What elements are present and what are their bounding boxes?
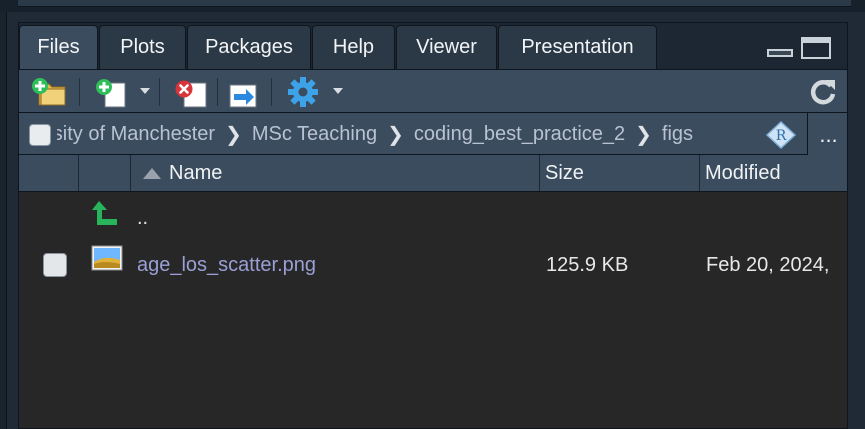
toolbar-separator <box>271 78 272 106</box>
tab-label: Files <box>37 36 80 58</box>
refresh-icon <box>810 80 836 105</box>
delete-button[interactable] <box>170 76 210 108</box>
list-item-parent[interactable]: .. <box>19 193 847 239</box>
chevron-down-icon[interactable] <box>333 88 343 94</box>
maximize-pane-button[interactable] <box>801 37 831 59</box>
svg-text:R: R <box>776 128 787 144</box>
tab-label: Help <box>332 36 375 58</box>
minimize-pane-button[interactable] <box>767 37 793 57</box>
new-blank-file-icon <box>96 79 126 108</box>
r-project-icon: R <box>765 120 797 150</box>
breadcrumb-item[interactable]: coding_best_practice_2 <box>414 123 625 146</box>
tab-label: Viewer <box>416 36 477 58</box>
tab-help[interactable]: Help <box>312 25 395 69</box>
tab-label: Presentation <box>521 36 634 58</box>
select-all-checkbox[interactable] <box>29 124 51 146</box>
table-row: age_los_scatter.png 125.9 KB Feb 20, 202… <box>19 241 847 287</box>
file-name-link[interactable]: age_los_scatter.png <box>137 254 316 277</box>
toolbar-separator <box>159 78 160 106</box>
image-file-icon <box>91 245 123 271</box>
breadcrumb-item[interactable]: ersity of Manchester <box>57 123 215 146</box>
header-name[interactable]: Name <box>131 155 540 191</box>
header-size[interactable]: Size <box>540 155 700 191</box>
new-blank-file-button[interactable] <box>91 76 131 108</box>
rename-button[interactable] <box>222 76 262 108</box>
header-modified[interactable]: Modified <box>700 155 847 191</box>
parent-dir-link[interactable]: .. <box>137 207 148 230</box>
go-to-project-directory-button[interactable]: R <box>764 120 798 150</box>
tab-files[interactable]: Files <box>19 25 98 69</box>
new-folder-button[interactable] <box>29 76 69 108</box>
file-modified: Feb 20, 2024, <box>706 254 830 276</box>
header-modified-label: Modified <box>705 161 781 184</box>
chevron-right-icon: ❯ <box>225 123 242 146</box>
tab-label: Packages <box>205 36 293 58</box>
chevron-down-icon[interactable] <box>140 88 150 94</box>
file-list-header: Name Size Modified <box>19 155 847 192</box>
minimize-icon <box>767 49 793 57</box>
delete-icon <box>175 80 207 108</box>
file-size: 125.9 KB <box>546 254 629 276</box>
header-checkbox-column <box>19 155 79 191</box>
maximize-icon <box>801 37 831 59</box>
tab-packages[interactable]: Packages <box>187 25 311 69</box>
gear-icon <box>288 77 318 107</box>
toolbar-separator <box>79 78 80 106</box>
breadcrumb-item[interactable]: figs <box>662 123 693 146</box>
window-top-strip <box>0 0 865 12</box>
tab-viewer[interactable]: Viewer <box>396 25 497 69</box>
rename-icon <box>229 84 257 108</box>
files-toolbar <box>19 69 847 113</box>
header-name-label: Name <box>169 161 223 184</box>
tab-presentation[interactable]: Presentation <box>498 25 657 69</box>
breadcrumb: ersity of Manchester ❯ MSc Teaching ❯ co… <box>57 113 757 155</box>
sort-ascending-icon <box>143 167 161 179</box>
breadcrumb-item[interactable]: MSc Teaching <box>252 123 377 146</box>
left-pane-edge <box>0 12 7 429</box>
chevron-right-icon: ❯ <box>387 123 404 146</box>
tab-label: Plots <box>120 36 165 58</box>
go-up-icon <box>92 201 117 225</box>
more-actions-button[interactable] <box>285 76 325 108</box>
more-path-button[interactable]: ... <box>807 113 847 155</box>
chevron-right-icon: ❯ <box>635 123 652 146</box>
header-icon-column <box>79 155 131 191</box>
tab-bar: Files Plots Packages Help Viewer Present… <box>19 23 847 69</box>
new-folder-icon <box>32 78 66 106</box>
toolbar-separator <box>217 78 218 106</box>
files-pane: Files Plots Packages Help Viewer Present… <box>18 22 848 429</box>
upper-pane-edge <box>18 0 851 7</box>
refresh-button[interactable] <box>807 76 839 108</box>
tab-plots[interactable]: Plots <box>99 25 186 69</box>
header-size-label: Size <box>545 161 584 184</box>
